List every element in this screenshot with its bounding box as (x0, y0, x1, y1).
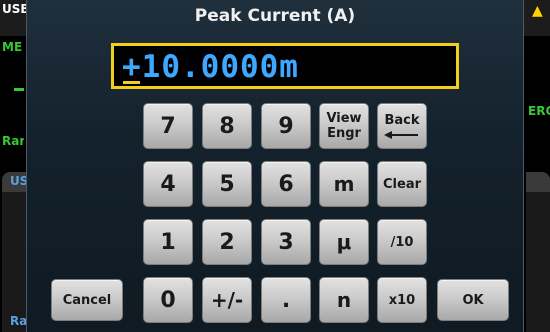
clear-button[interactable]: Clear (377, 161, 427, 207)
value-entry-field[interactable]: +10.0000m (111, 43, 459, 89)
key-3[interactable]: 3 (261, 219, 311, 265)
entry-cursor (123, 81, 140, 84)
back-label: Back (384, 112, 420, 128)
view-engr-label-2: Engr (327, 126, 361, 141)
warning-icon[interactable]: ▲ (532, 4, 543, 18)
divide-by-10-button[interactable]: /10 (377, 219, 427, 265)
key-nano[interactable]: n (319, 277, 369, 323)
view-engr-button[interactable]: View Engr (319, 103, 369, 149)
plus-minus-button[interactable]: +/- (202, 277, 252, 323)
key-0[interactable]: 0 (143, 277, 193, 323)
view-engr-label-1: View (326, 111, 362, 126)
ok-button[interactable]: OK (437, 279, 509, 321)
key-6[interactable]: 6 (261, 161, 311, 207)
screen: USB ▲ ME Ran ERC US Ra Peak Current (A) … (0, 0, 550, 332)
key-2[interactable]: 2 (202, 219, 252, 265)
range-label: Ran (2, 134, 24, 148)
right-status-label: ERC (528, 104, 550, 118)
multiply-by-10-button[interactable]: x10 (377, 277, 427, 323)
key-7[interactable]: 7 (143, 103, 193, 149)
decimal-point-button[interactable]: . (261, 277, 311, 323)
numeric-entry-dialog: Peak Current (A) +10.0000m 7 8 9 View En… (26, 0, 524, 332)
key-4[interactable]: 4 (143, 161, 193, 207)
top-right-status: ▲ (524, 0, 550, 36)
measure-dash (14, 88, 24, 91)
right-panel-body (526, 192, 550, 332)
measure-label: ME (2, 40, 23, 54)
back-button[interactable]: Back (377, 103, 427, 149)
cancel-button[interactable]: Cancel (51, 279, 123, 321)
key-5[interactable]: 5 (202, 161, 252, 207)
key-micro[interactable]: μ (319, 219, 369, 265)
key-9[interactable]: 9 (261, 103, 311, 149)
back-arrow-icon (384, 130, 418, 139)
key-8[interactable]: 8 (202, 103, 252, 149)
key-1[interactable]: 1 (143, 219, 193, 265)
entry-value: +10.0000m (122, 49, 299, 85)
dialog-title: Peak Current (A) (194, 6, 356, 26)
key-milli[interactable]: m (319, 161, 369, 207)
